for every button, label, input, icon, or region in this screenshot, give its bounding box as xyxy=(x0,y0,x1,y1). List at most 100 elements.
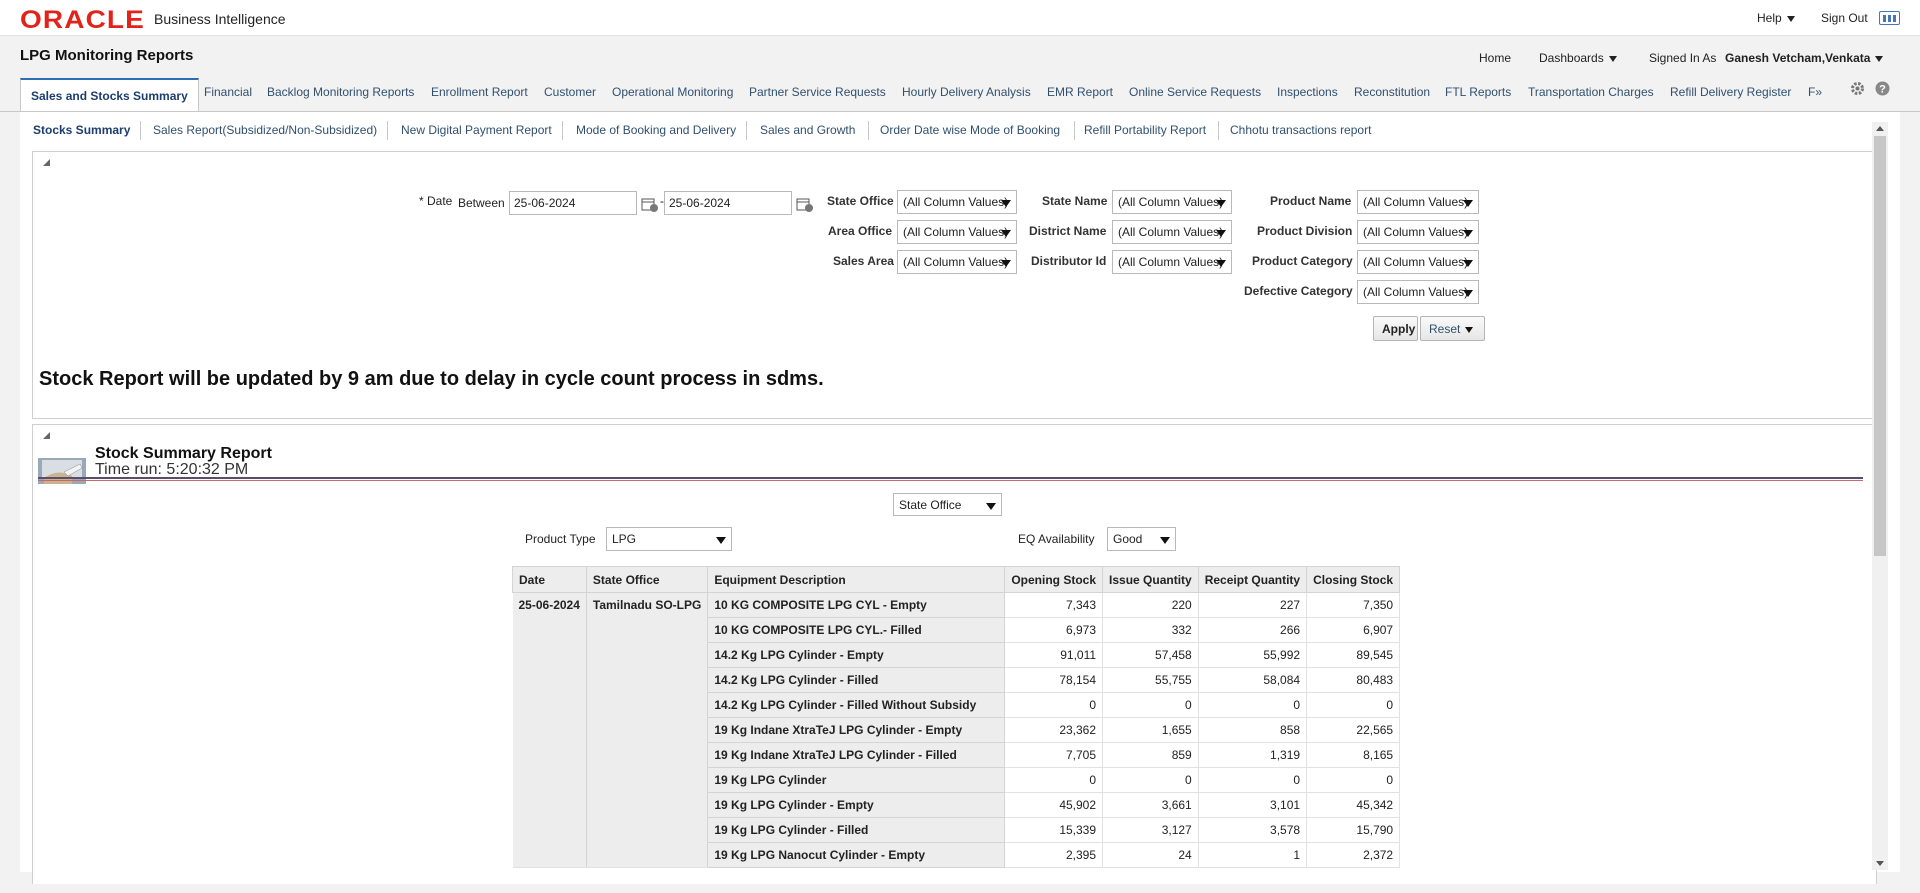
area-office-select[interactable]: (All Column Values) xyxy=(897,220,1017,244)
user-menu[interactable]: Ganesh Vetcham,Venkata xyxy=(1725,51,1884,65)
tab-emr-report[interactable]: EMR Report xyxy=(1047,85,1113,99)
table-row: 25-06-2024 Tamilnadu SO-LPG 10 KG COMPOSIT… xyxy=(512,592,1401,868)
cell-equipment-description: 14.2 Kg LPG Cylinder - Filled Without Su… xyxy=(707,692,1006,718)
cell-closing-stock: 0 xyxy=(1306,692,1401,718)
product-name: Business Intelligence xyxy=(154,11,286,27)
col-closing-stock[interactable]: Closing Stock xyxy=(1306,566,1401,593)
cell-receipt-quantity: 858 xyxy=(1198,717,1308,743)
cell-receipt-quantity: 0 xyxy=(1198,767,1308,793)
col-opening-stock[interactable]: Opening Stock xyxy=(1004,566,1104,593)
col-issue-quantity[interactable]: Issue Quantity xyxy=(1102,566,1199,593)
product-type-select[interactable]: LPG xyxy=(606,527,732,551)
subtab-chhotu-transactions[interactable]: Chhotu transactions report xyxy=(1230,123,1371,137)
table-header-row: Date State Office Equipment Description … xyxy=(512,566,1401,593)
subtab-separator xyxy=(1218,121,1219,140)
tab-transportation-charges[interactable]: Transportation Charges xyxy=(1528,85,1654,99)
cell-opening-stock: 78,154 xyxy=(1004,667,1104,693)
subtab-order-date-wise[interactable]: Order Date wise Mode of Booking xyxy=(880,123,1060,137)
chevron-down-icon xyxy=(1875,55,1884,62)
home-link[interactable]: Home xyxy=(1479,51,1511,65)
district-name-select[interactable]: (All Column Values) xyxy=(1112,220,1232,244)
chevron-down-icon xyxy=(1786,15,1795,22)
chevron-down-icon xyxy=(1465,326,1474,333)
defective-category-label: Defective Category xyxy=(1244,284,1353,298)
calendar-icon[interactable] xyxy=(641,196,659,213)
subtab-mode-of-booking[interactable]: Mode of Booking and Delivery xyxy=(576,123,736,137)
cell-issue-quantity: 859 xyxy=(1102,742,1199,768)
calendar-icon[interactable] xyxy=(796,196,814,213)
cell-receipt-quantity: 227 xyxy=(1198,592,1308,618)
cell-equipment-description: 14.2 Kg LPG Cylinder - Filled xyxy=(707,667,1006,693)
date-to-input[interactable]: 25-06-2024 xyxy=(664,191,792,215)
defective-category-select[interactable]: (All Column Values) xyxy=(1357,280,1479,304)
subtab-sales-and-growth[interactable]: Sales and Growth xyxy=(760,123,855,137)
signed-in-label: Signed In As xyxy=(1649,51,1717,65)
col-receipt-quantity[interactable]: Receipt Quantity xyxy=(1197,566,1308,593)
subtab-separator xyxy=(868,121,869,140)
gear-icon[interactable] xyxy=(1849,80,1866,97)
dashboard-header: LPG Monitoring Reports Home Dashboards S… xyxy=(0,37,1920,73)
subtab-sales-report[interactable]: Sales Report(Subsidized/Non-Subsidized) xyxy=(153,123,377,137)
cell-equipment-description: 10 KG COMPOSITE LPG CYL.- Filled xyxy=(707,617,1006,643)
tab-ftl-reports[interactable]: FTL Reports xyxy=(1445,85,1511,99)
apps-grid-icon[interactable] xyxy=(1879,11,1900,25)
sales-area-select[interactable]: (All Column Values) xyxy=(897,250,1017,274)
help-menu[interactable]: Help xyxy=(1757,11,1795,25)
product-category-select[interactable]: (All Column Values) xyxy=(1357,250,1479,274)
cell-receipt-quantity: 0 xyxy=(1198,692,1308,718)
apply-button[interactable]: Apply xyxy=(1373,316,1418,341)
distributor-id-select[interactable]: (All Column Values) xyxy=(1112,250,1232,274)
tab-online-service-requests[interactable]: Online Service Requests xyxy=(1129,85,1261,99)
top-bar: ORACLE Business Intelligence Help Sign O… xyxy=(0,0,1920,36)
cell-receipt-quantity: 1,319 xyxy=(1198,742,1308,768)
col-state-office[interactable]: State Office xyxy=(585,566,709,593)
scroll-up-icon[interactable] xyxy=(1876,126,1884,131)
cell-equipment-description: 19 Kg LPG Cylinder - Filled xyxy=(707,817,1006,843)
col-equipment-description[interactable]: Equipment Description xyxy=(707,566,1006,593)
tab-reconstitution[interactable]: Reconstitution xyxy=(1354,85,1430,99)
product-division-select[interactable]: (All Column Values) xyxy=(1357,220,1479,244)
cell-issue-quantity: 3,127 xyxy=(1102,817,1199,843)
tab-sales-and-stocks-summary[interactable]: Sales and Stocks Summary xyxy=(20,78,199,112)
scroll-down-icon[interactable] xyxy=(1876,861,1884,866)
state-name-select[interactable]: (All Column Values) xyxy=(1112,190,1232,214)
tab-customer[interactable]: Customer xyxy=(544,85,596,99)
date-from-input[interactable]: 25-06-2024 xyxy=(509,191,637,215)
col-date[interactable]: Date xyxy=(512,566,587,593)
subtab-separator xyxy=(140,121,141,140)
eq-availability-select[interactable]: Good xyxy=(1107,527,1176,551)
cell-issue-quantity: 0 xyxy=(1102,767,1199,793)
product-name-select[interactable]: (All Column Values) xyxy=(1357,190,1479,214)
view-selector[interactable]: State Office xyxy=(893,493,1002,516)
tab-partner-service-requests[interactable]: Partner Service Requests xyxy=(749,85,886,99)
cell-issue-quantity: 55,755 xyxy=(1102,667,1199,693)
tab-backlog-monitoring[interactable]: Backlog Monitoring Reports xyxy=(267,85,414,99)
cell-opening-stock: 0 xyxy=(1004,692,1104,718)
subtab-stocks-summary[interactable]: Stocks Summary xyxy=(33,123,130,137)
tab-inspections[interactable]: Inspections xyxy=(1277,85,1338,99)
scrollbar-thumb[interactable] xyxy=(1874,136,1886,556)
reset-button[interactable]: Reset xyxy=(1420,316,1485,341)
help-icon[interactable]: ? xyxy=(1875,81,1890,96)
title-divider xyxy=(38,477,1863,479)
subtab-digital-payment[interactable]: New Digital Payment Report xyxy=(401,123,552,137)
cell-opening-stock: 45,902 xyxy=(1004,792,1104,818)
sign-out-link[interactable]: Sign Out xyxy=(1821,11,1868,25)
tab-refill-delivery-register[interactable]: Refill Delivery Register xyxy=(1670,85,1791,99)
collapse-icon[interactable] xyxy=(43,432,50,439)
cell-equipment-description: 19 Kg Indane XtraTeJ LPG Cylinder - Fill… xyxy=(707,742,1006,768)
cell-equipment-description: 19 Kg Indane XtraTeJ LPG Cylinder - Empt… xyxy=(707,717,1006,743)
cell-equipment-description: 14.2 Kg LPG Cylinder - Empty xyxy=(707,642,1006,668)
state-office-select[interactable]: (All Column Values) xyxy=(897,190,1017,214)
subtab-separator xyxy=(562,121,563,140)
tab-operational-monitoring[interactable]: Operational Monitoring xyxy=(612,85,733,99)
tabs-more-button[interactable]: F» xyxy=(1808,85,1822,99)
tab-enrollment-report[interactable]: Enrollment Report xyxy=(431,85,528,99)
collapse-icon[interactable] xyxy=(43,159,50,166)
dashboards-menu[interactable]: Dashboards xyxy=(1539,51,1617,65)
tab-financial[interactable]: Financial xyxy=(204,85,252,99)
vertical-scrollbar[interactable] xyxy=(1872,122,1888,870)
cell-issue-quantity: 332 xyxy=(1102,617,1199,643)
tab-hourly-delivery-analysis[interactable]: Hourly Delivery Analysis xyxy=(902,85,1031,99)
subtab-refill-portability[interactable]: Refill Portability Report xyxy=(1084,123,1206,137)
